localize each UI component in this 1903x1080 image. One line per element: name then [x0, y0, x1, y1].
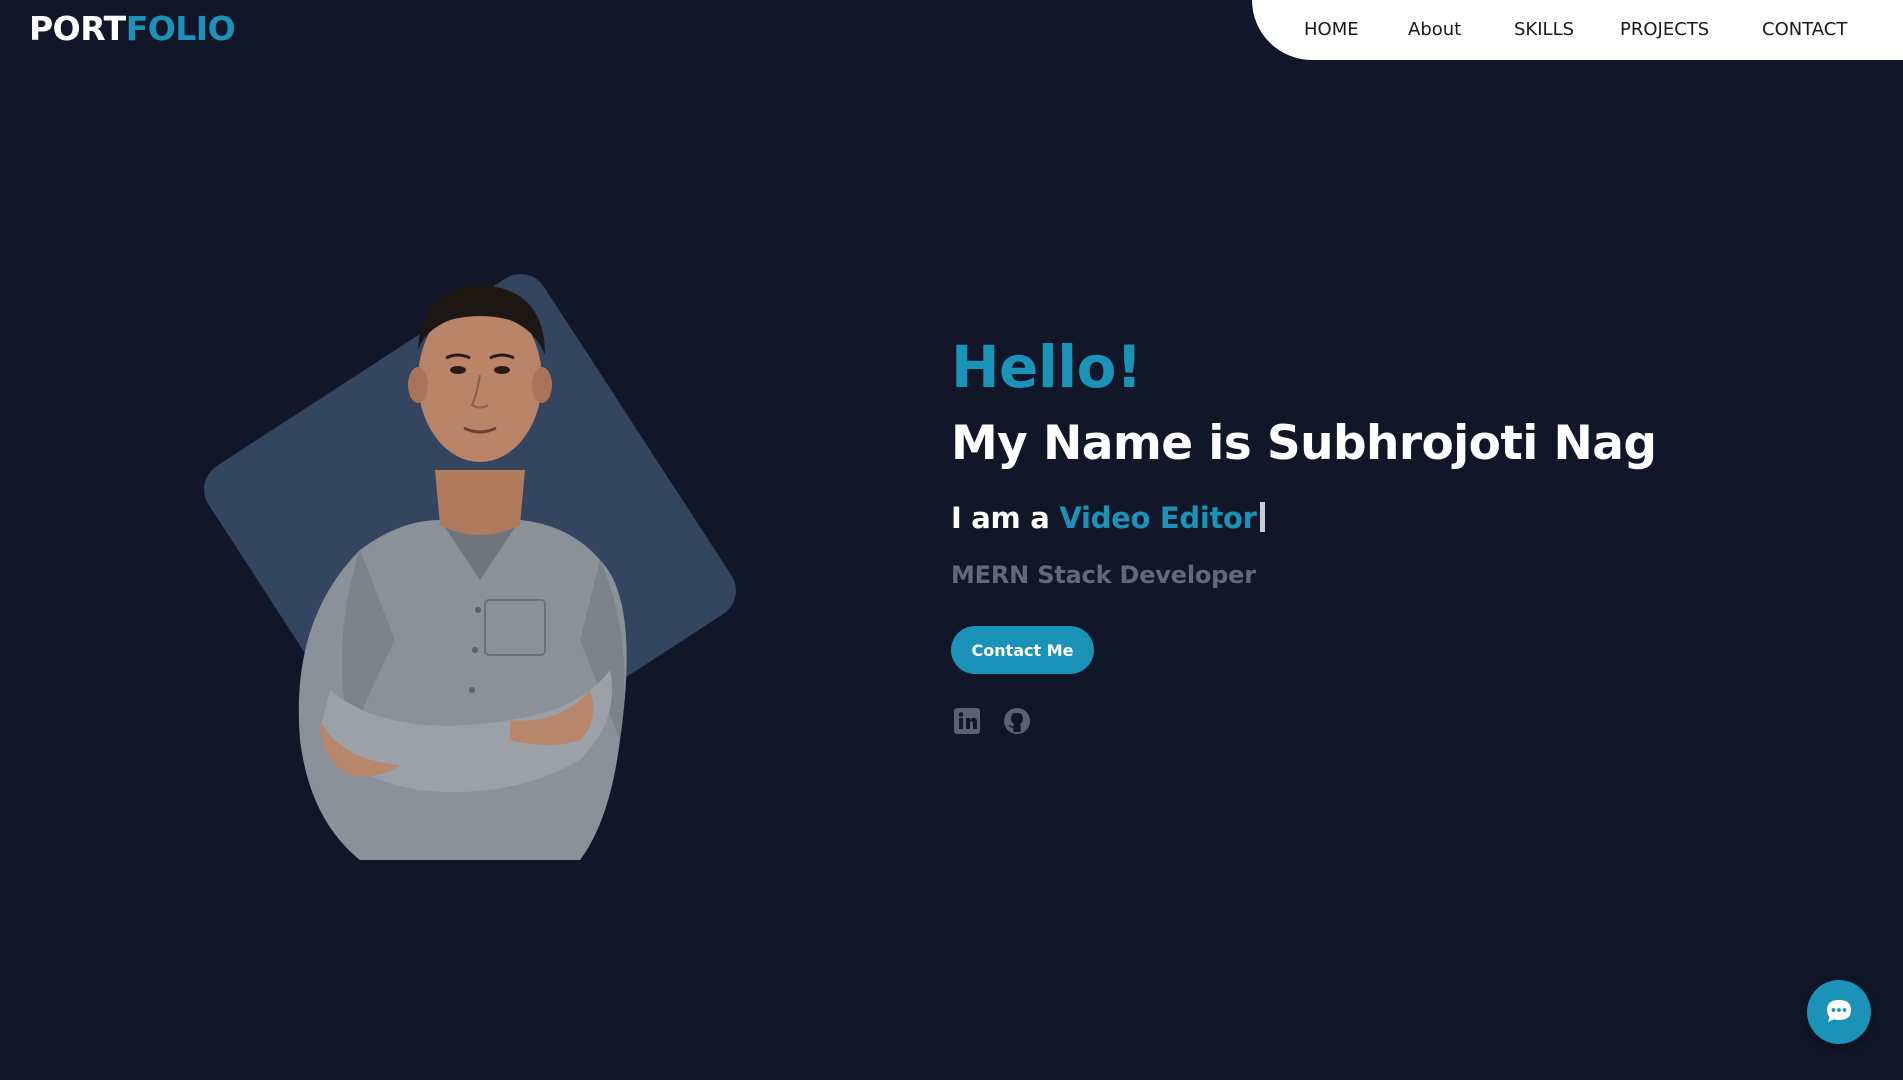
nav-link-about[interactable]: About [1408, 0, 1461, 60]
linkedin-icon[interactable] [952, 706, 982, 736]
hero-greeting: Hello! [951, 333, 1142, 401]
nav-link-projects[interactable]: PROJECTS [1620, 0, 1709, 60]
nav-link-contact[interactable]: CONTACT [1762, 0, 1847, 60]
nav-link-skills[interactable]: SKILLS [1514, 0, 1574, 60]
logo-part-port: PORT [29, 9, 126, 48]
chat-button[interactable] [1807, 980, 1871, 1044]
typing-cursor [1259, 502, 1265, 532]
github-icon[interactable] [1002, 706, 1032, 736]
top-navigation: HOME About SKILLS PROJECTS CONTACT [1252, 0, 1903, 60]
chat-bubble-icon [1827, 1000, 1851, 1022]
role-prefix: I am a [951, 501, 1060, 535]
nav-link-home[interactable]: HOME [1304, 0, 1359, 60]
hero-subtitle: MERN Stack Developer [951, 561, 1256, 589]
hero-image-area [180, 220, 780, 860]
profile-photo [298, 285, 627, 860]
contact-me-button[interactable]: Contact Me [951, 626, 1094, 674]
logo-part-folio: FOLIO [125, 9, 236, 48]
site-logo[interactable]: PORTFOLIO [29, 9, 236, 49]
hero-role-line: I am a Video Editor [951, 496, 1265, 540]
hero-name: My Name is Subhrojoti Nag [951, 416, 1657, 471]
role-highlight: Video Editor [1059, 501, 1257, 535]
